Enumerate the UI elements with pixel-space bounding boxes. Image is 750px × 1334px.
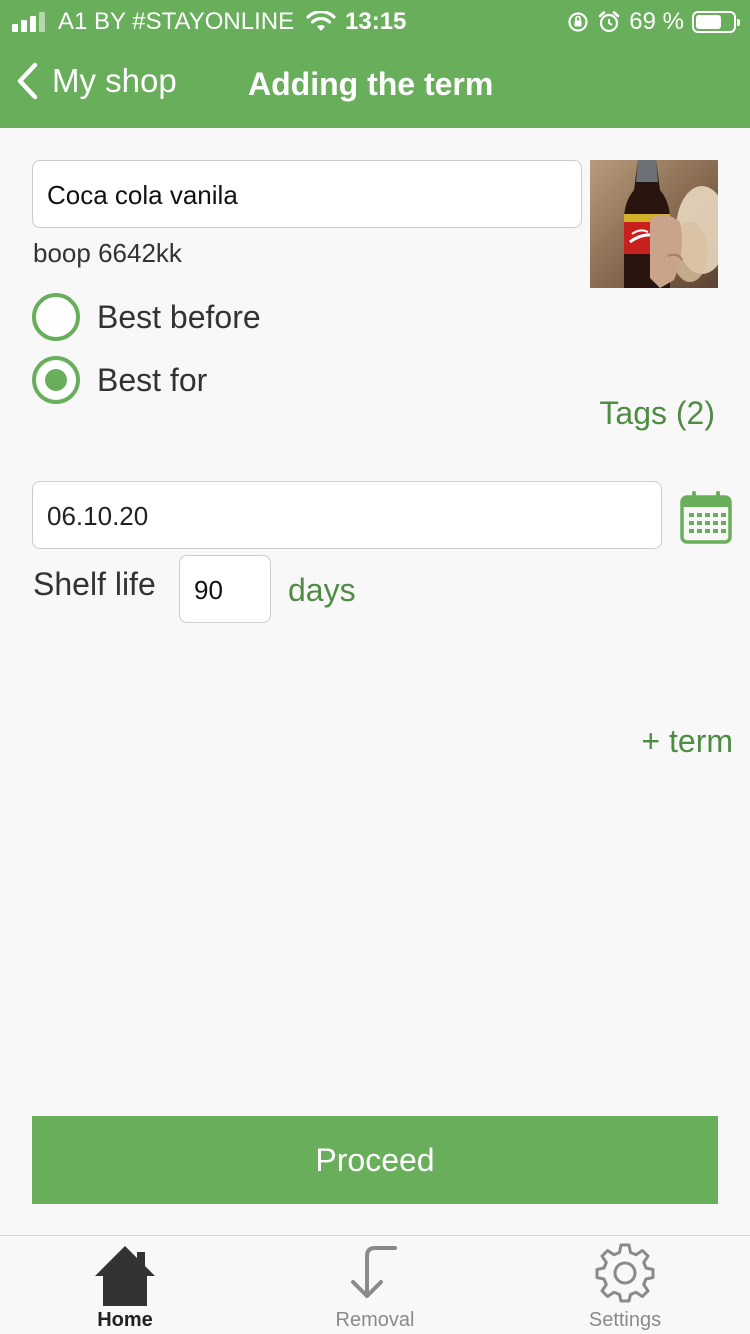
date-input[interactable]: 06.10.20 [32, 481, 662, 549]
calendar-icon[interactable] [680, 490, 732, 544]
battery-percent: 69 % [629, 8, 684, 35]
battery-fill [696, 15, 721, 29]
tab-settings[interactable]: Settings [500, 1236, 750, 1334]
tab-removal-label: Removal [335, 1309, 415, 1331]
radio-label-best-for: Best for [97, 361, 208, 398]
product-photo[interactable] [590, 160, 718, 288]
status-right: 69 % [567, 8, 740, 36]
alarm-icon [598, 11, 620, 33]
back-button-label: My shop [52, 62, 177, 99]
wifi-icon [306, 11, 336, 31]
page-title: Adding the term [248, 66, 494, 102]
header: A1 BY #STAYONLINE 13:15 69 % My shop Add… [0, 0, 750, 128]
shelf-life-days-input[interactable]: 90 [179, 555, 271, 623]
tags-link[interactable]: Tags (2) [599, 395, 715, 432]
carrier-name: A1 BY #STAYONLINE [58, 8, 295, 35]
radio-best-before[interactable]: Best before [32, 293, 261, 341]
orientation-lock-icon [568, 12, 588, 32]
radio-label-best-before: Best before [97, 298, 261, 335]
status-left: A1 BY #STAYONLINE [12, 8, 364, 36]
back-button[interactable]: My shop [16, 62, 177, 100]
radio-best-for[interactable]: Best for [32, 356, 207, 404]
status-time: 13:15 [345, 8, 407, 35]
status-bar: A1 BY #STAYONLINE 13:15 69 % [0, 0, 750, 42]
signal-icon [12, 12, 48, 32]
chevron-left-icon [17, 62, 38, 100]
battery-icon [692, 11, 740, 33]
radio-indicator-best-for[interactable] [32, 356, 80, 404]
tab-home[interactable]: Home [0, 1236, 250, 1334]
tab-bar: Home Removal Settings [0, 1235, 750, 1334]
add-term-link[interactable]: + term [641, 723, 733, 760]
arrow-down-left-icon [351, 1246, 397, 1298]
gear-icon [595, 1243, 655, 1303]
tab-settings-label: Settings [588, 1309, 662, 1331]
radio-indicator-best-before[interactable] [32, 293, 80, 341]
shelf-life-unit: days [288, 572, 356, 608]
shelf-life-label: Shelf life [33, 566, 156, 602]
product-name-input[interactable]: Coca cola vanila [32, 160, 582, 228]
tab-home-label: Home [97, 1309, 153, 1331]
tab-removal[interactable]: Removal [250, 1236, 500, 1334]
home-icon [95, 1246, 155, 1306]
barcode-text: boop 6642kk [33, 238, 182, 268]
bottle-image [590, 160, 718, 288]
proceed-button[interactable]: Proceed [32, 1116, 718, 1204]
